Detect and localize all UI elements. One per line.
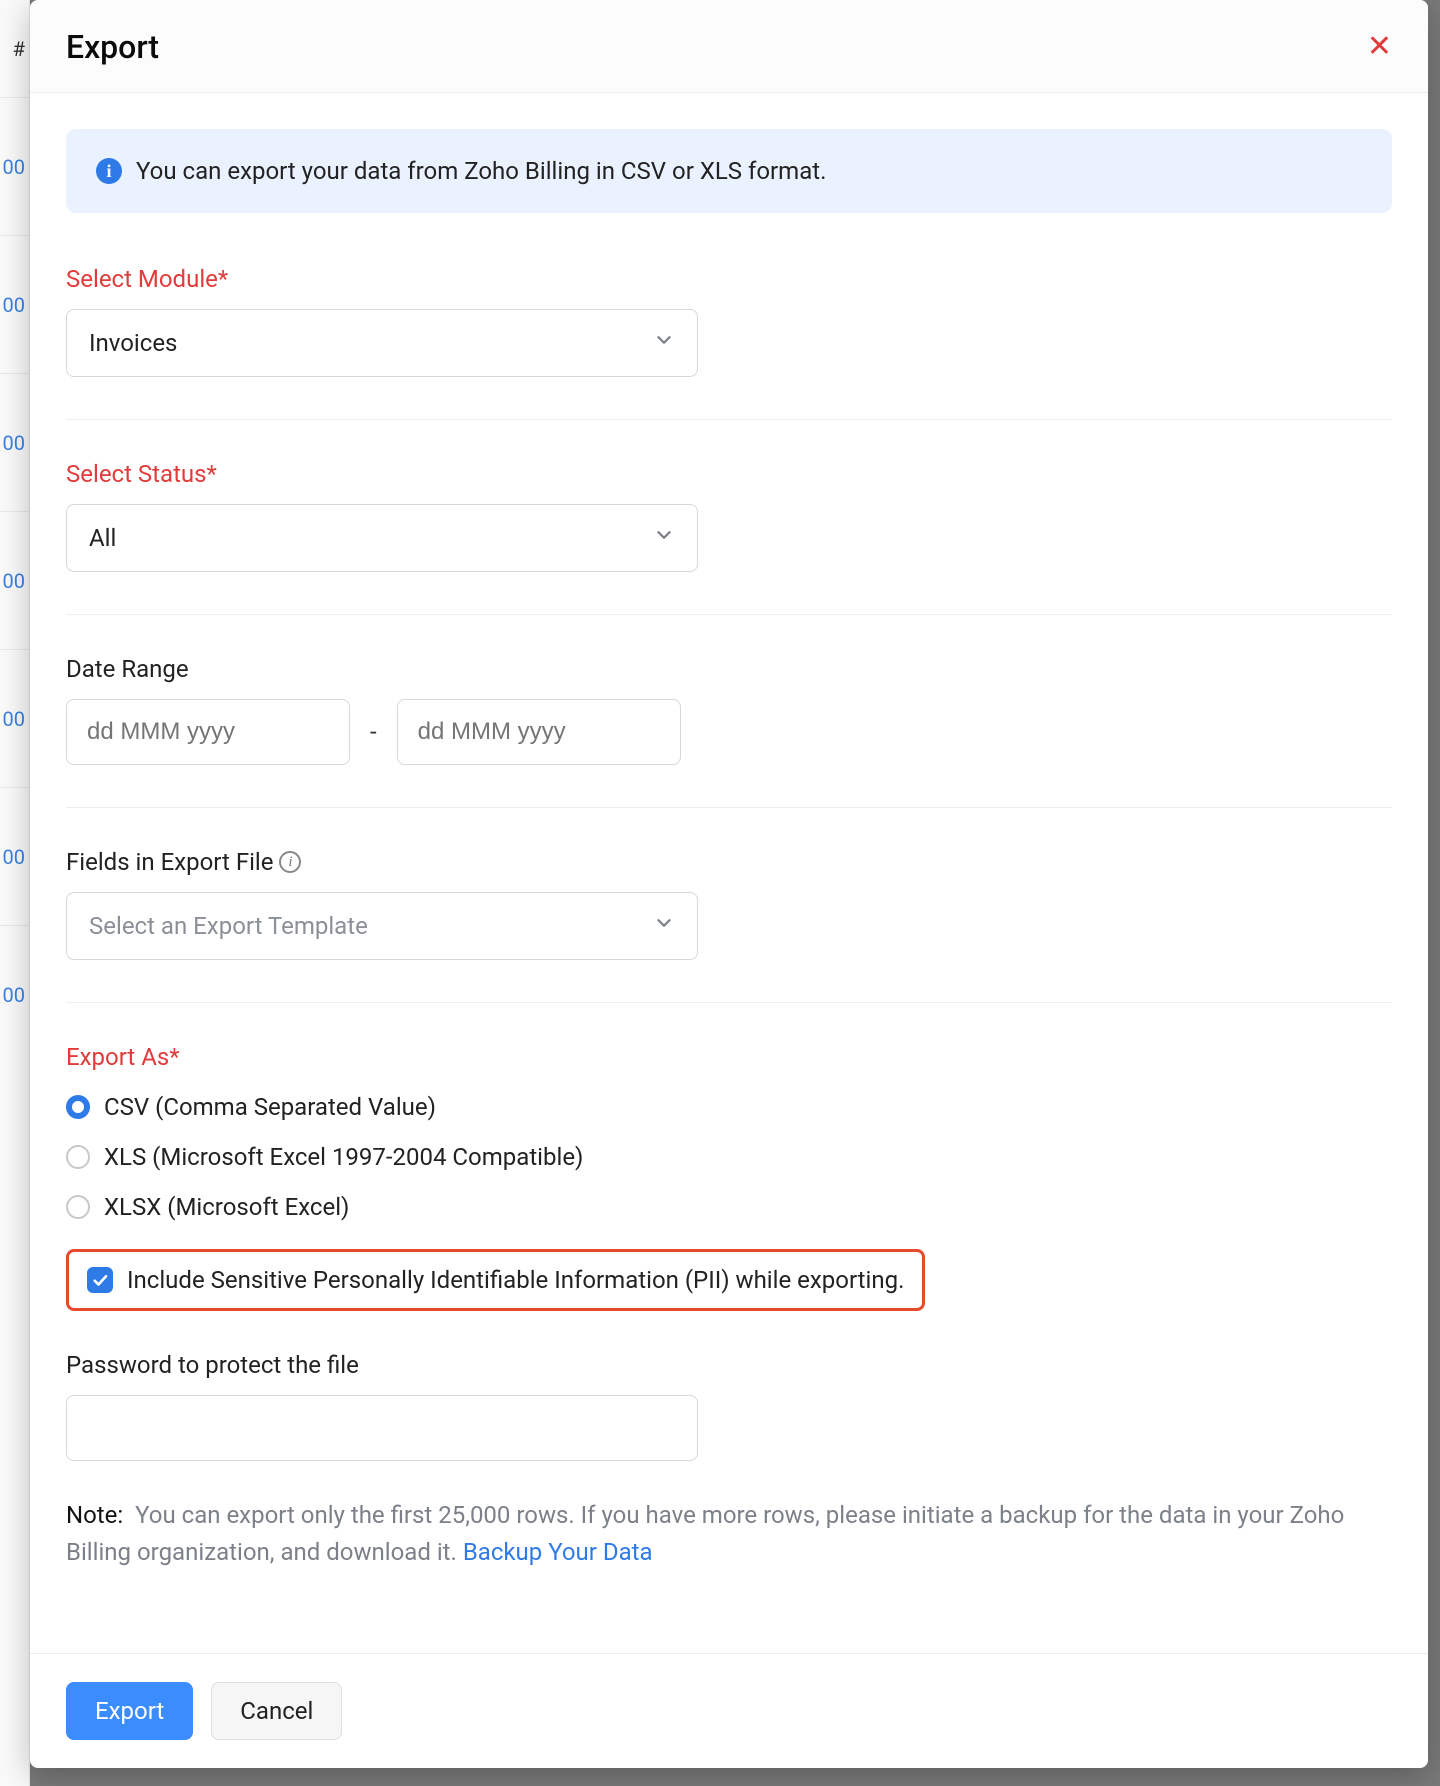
date-range-label: Date Range	[66, 655, 1392, 683]
status-label: Select Status*	[66, 460, 1392, 488]
module-value: Invoices	[89, 329, 177, 357]
radio-icon	[66, 1095, 90, 1119]
pii-checkbox[interactable]	[87, 1267, 113, 1293]
bg-cell: 00	[0, 926, 29, 1064]
bg-cell: 00	[0, 788, 29, 926]
fields-section: Fields in Export File i Select an Export…	[66, 848, 1392, 1003]
backup-link[interactable]: Backup Your Data	[463, 1538, 653, 1566]
help-icon[interactable]: i	[279, 851, 301, 873]
radio-csv[interactable]: CSV (Comma Separated Value)	[66, 1093, 1392, 1121]
status-select[interactable]: All	[66, 504, 698, 572]
export-button[interactable]: Export	[66, 1682, 193, 1740]
export-as-radio-group: CSV (Comma Separated Value) XLS (Microso…	[66, 1093, 1392, 1221]
radio-label: XLS (Microsoft Excel 1997-2004 Compatibl…	[104, 1143, 583, 1171]
chevron-down-icon	[653, 329, 675, 357]
close-icon[interactable]: ✕	[1367, 32, 1392, 62]
note-text: You can export only the first 25,000 row…	[66, 1501, 1344, 1566]
banner-text: You can export your data from Zoho Billi…	[136, 157, 826, 185]
fields-select[interactable]: Select an Export Template	[66, 892, 698, 960]
radio-label: XLSX (Microsoft Excel)	[104, 1193, 349, 1221]
password-input[interactable]	[66, 1395, 698, 1461]
note-prefix: Note:	[66, 1501, 123, 1529]
modal-body: i You can export your data from Zoho Bil…	[30, 93, 1428, 1653]
radio-icon	[66, 1145, 90, 1169]
radio-xls[interactable]: XLS (Microsoft Excel 1997-2004 Compatibl…	[66, 1143, 1392, 1171]
pii-highlight: Include Sensitive Personally Identifiabl…	[66, 1249, 925, 1311]
background-grid: # 00 00 00 00 00 00 00	[0, 0, 30, 1786]
fields-label: Fields in Export File i	[66, 848, 1392, 876]
module-label: Select Module*	[66, 265, 1392, 293]
modal-title: Export	[66, 28, 159, 66]
radio-xlsx[interactable]: XLSX (Microsoft Excel)	[66, 1193, 1392, 1221]
date-range-row: -	[66, 699, 1392, 765]
module-section: Select Module* Invoices	[66, 265, 1392, 420]
export-as-label: Export As*	[66, 1043, 1392, 1071]
status-value: All	[89, 524, 116, 552]
password-section: Password to protect the file	[66, 1351, 1392, 1461]
bg-cell: 00	[0, 650, 29, 788]
bg-cell: 00	[0, 512, 29, 650]
fields-placeholder: Select an Export Template	[89, 912, 368, 940]
bg-header-cell: #	[0, 0, 29, 98]
module-select[interactable]: Invoices	[66, 309, 698, 377]
pii-label: Include Sensitive Personally Identifiabl…	[127, 1266, 904, 1294]
info-banner: i You can export your data from Zoho Bil…	[66, 129, 1392, 213]
date-separator: -	[370, 718, 377, 746]
date-to-input[interactable]	[397, 699, 681, 765]
date-range-section: Date Range -	[66, 655, 1392, 808]
bg-cell: 00	[0, 236, 29, 374]
chevron-down-icon	[653, 524, 675, 552]
info-icon: i	[96, 158, 122, 184]
chevron-down-icon	[653, 912, 675, 940]
status-section: Select Status* All	[66, 460, 1392, 615]
radio-label: CSV (Comma Separated Value)	[104, 1093, 436, 1121]
modal-footer: Export Cancel	[30, 1653, 1428, 1768]
bg-cell: 00	[0, 98, 29, 236]
export-modal: Export ✕ i You can export your data from…	[30, 0, 1428, 1768]
date-from-input[interactable]	[66, 699, 350, 765]
modal-header: Export ✕	[30, 0, 1428, 93]
export-as-section: Export As* CSV (Comma Separated Value) X…	[66, 1043, 1392, 1571]
password-label: Password to protect the file	[66, 1351, 1392, 1379]
note-block: Note: You can export only the first 25,0…	[66, 1497, 1392, 1571]
radio-icon	[66, 1195, 90, 1219]
bg-cell: 00	[0, 374, 29, 512]
cancel-button[interactable]: Cancel	[211, 1682, 342, 1740]
